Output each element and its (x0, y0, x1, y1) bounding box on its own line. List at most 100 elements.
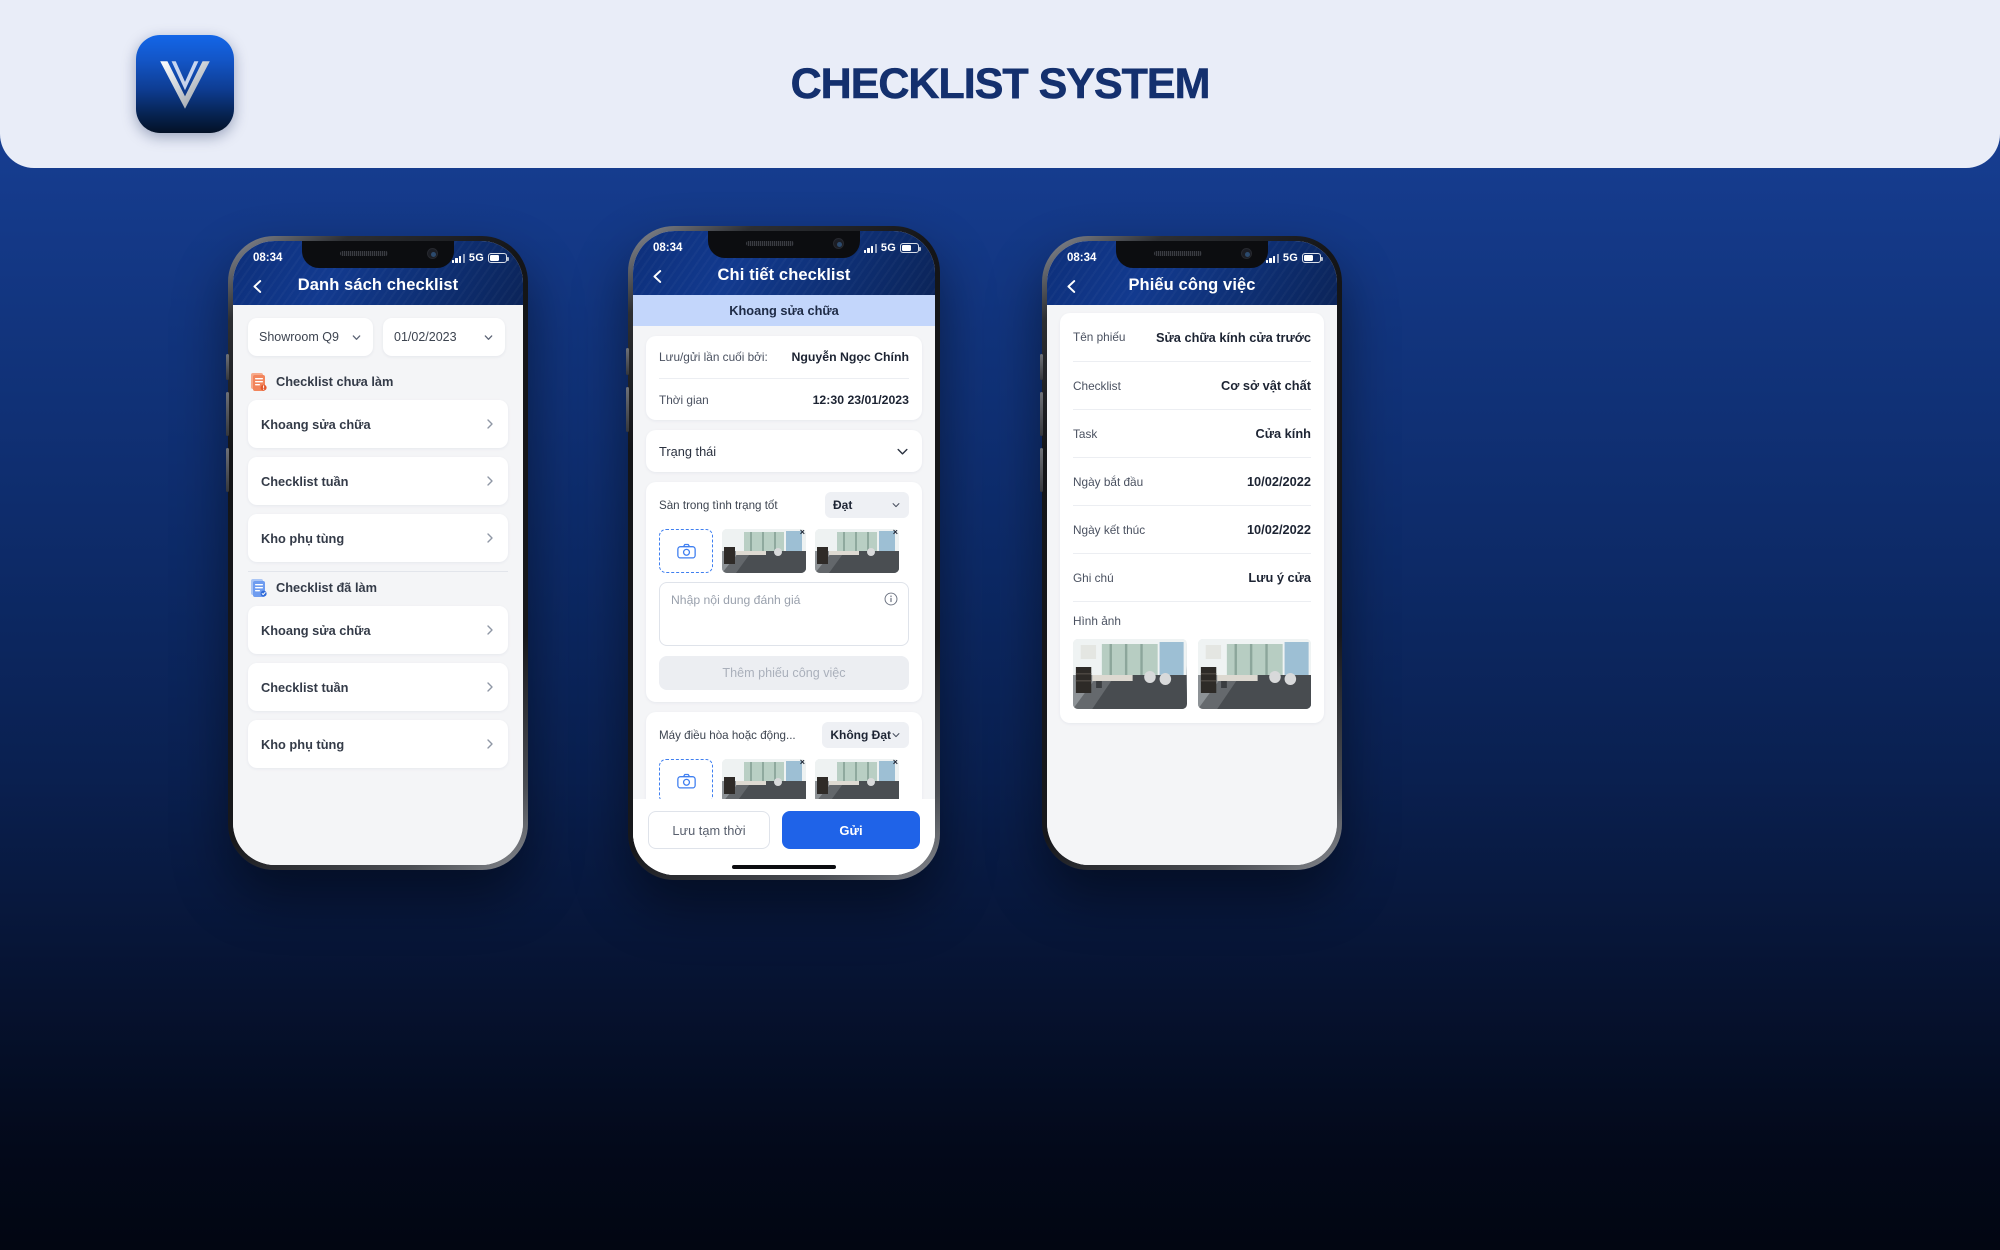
question-header: Sàn trong tình trạng tốt Đạt (659, 492, 909, 518)
evaluation-note-input[interactable]: Nhập nội dung đánh giá (659, 582, 909, 646)
showroom-photo (815, 759, 899, 803)
evaluation-note-placeholder: Nhập nội dung đánh giá (671, 593, 801, 607)
showroom-photo (722, 529, 806, 573)
chevron-right-icon (487, 476, 493, 486)
status-time: 08:34 (253, 252, 283, 264)
status-time: 08:34 (1067, 252, 1097, 264)
info-icon[interactable] (884, 592, 898, 606)
meta-value: 12:30 23/01/2023 (812, 392, 909, 407)
screen-title-2: Chi tiết checklist (717, 266, 851, 284)
chevron-right-icon (487, 682, 493, 692)
action-bar: Lưu tạm thời Gửi (633, 799, 935, 875)
front-camera (833, 238, 844, 249)
signal-icon (451, 253, 465, 263)
row-label: Task (1073, 426, 1098, 441)
question-card-0: Sàn trong tình trạng tốt Đạt × × Nhập nộ… (646, 482, 922, 702)
remove-photo-icon[interactable]: × (893, 759, 898, 767)
checklist-item-pending-1[interactable]: Checklist tuần (248, 457, 508, 505)
list-item-label: Khoang sửa chữa (261, 416, 371, 432)
phone-notch (708, 231, 860, 258)
front-camera (427, 248, 438, 259)
chevron-down-icon (352, 334, 361, 340)
chevron-right-icon (487, 739, 493, 749)
submit-button[interactable]: Gửi (782, 811, 920, 849)
volume-down-button[interactable] (626, 387, 629, 432)
earpiece-speaker (746, 241, 794, 246)
section-heading-text: Checklist đã làm (276, 580, 377, 595)
volume-up-button[interactable] (626, 348, 629, 375)
row-value: 10/02/2022 (1246, 522, 1311, 537)
checklist-item-pending-2[interactable]: Kho phụ tùng (248, 514, 508, 562)
add-work-ticket-button[interactable]: Thêm phiếu công việc (659, 656, 909, 690)
row-label: Tên phiếu (1073, 330, 1126, 344)
battery-icon (1302, 253, 1323, 263)
silent-switch[interactable] (1040, 448, 1043, 492)
status-dropdown-label: Trạng thái (659, 443, 717, 459)
list-item-label: Kho phụ tùng (261, 736, 345, 752)
meta-row-author: Lưu/gửi lần cuối bởi: Nguyễn Ngọc Chính (659, 336, 909, 378)
list-item-label: Kho phụ tùng (261, 530, 345, 546)
chevron-right-icon (487, 533, 493, 543)
screen-title-3: Phiếu công việc (1128, 276, 1256, 294)
question-label: Sàn trong tình trạng tốt (659, 498, 778, 512)
volume-up-button[interactable] (226, 354, 229, 380)
images-label: Hình ảnh (1073, 614, 1121, 628)
phone-mockup-checklist-detail: 08:34 5G Chi tiết checklist Khoang sửa c… (626, 226, 940, 880)
date-select[interactable]: 01/02/2023 (383, 318, 505, 356)
list-item-label: Checklist tuần (261, 473, 349, 489)
row-label: Ghi chú (1073, 570, 1114, 585)
showroom-photo (1073, 639, 1187, 709)
network-label: 5G (1282, 252, 1298, 264)
add-photo-button[interactable] (659, 529, 713, 573)
photo-thumbnail[interactable]: × (722, 759, 806, 803)
ticket-row-checklist: Checklist Cơ sở vật chất (1073, 361, 1311, 409)
row-label: Ngày bắt đầu (1073, 474, 1144, 489)
date-select-value: 01/02/2023 (394, 330, 457, 344)
phone-notch (1116, 241, 1268, 268)
list-item-label: Checklist tuần (261, 679, 349, 695)
status-dropdown[interactable]: Trạng thái (646, 430, 922, 472)
location-select[interactable]: Showroom Q9 (248, 318, 373, 356)
checklist-item-done-0[interactable]: Khoang sửa chữa (248, 606, 508, 654)
chevron-down-icon (484, 334, 493, 340)
save-draft-button[interactable]: Lưu tạm thời (648, 811, 770, 849)
checklist-item-done-1[interactable]: Checklist tuần (248, 663, 508, 711)
screen-title-1: Danh sách checklist (297, 276, 459, 294)
ticket-row-start-date: Ngày bắt đầu 10/02/2022 (1073, 457, 1311, 505)
checklist-item-done-2[interactable]: Kho phụ tùng (248, 720, 508, 768)
chevron-down-icon (892, 503, 900, 508)
question-result-select[interactable]: Không Đạt (822, 722, 909, 748)
checklist-item-pending-0[interactable]: Khoang sửa chữa (248, 400, 508, 448)
photo-thumbnail[interactable]: × (722, 529, 806, 573)
phone-mockup-work-ticket: 08:34 5G Phiếu công việc Tên phiếu Sửa c… (1040, 236, 1342, 870)
done-document-icon (251, 579, 267, 597)
ticket-row-end-date: Ngày kết thúc 10/02/2022 (1073, 505, 1311, 553)
question-result-select[interactable]: Đạt (825, 492, 909, 518)
meta-card: Lưu/gửi lần cuối bởi: Nguyễn Ngọc Chính … (646, 336, 922, 420)
ticket-photo-thumbnail[interactable] (1197, 639, 1311, 709)
row-value: Lưu ý cửa (1248, 570, 1311, 585)
showroom-photo (1197, 639, 1311, 709)
section-header-done: Checklist đã làm (233, 572, 523, 606)
photo-thumbnail[interactable]: × (815, 529, 899, 573)
silent-switch[interactable] (226, 448, 229, 492)
ticket-photo-thumbnail[interactable] (1073, 639, 1187, 709)
photo-thumbnail[interactable]: × (815, 759, 899, 803)
volume-up-button[interactable] (1040, 354, 1043, 380)
row-value: Sửa chữa kính cửa trước (1156, 329, 1311, 345)
remove-photo-icon[interactable]: × (800, 529, 805, 537)
volume-down-button[interactable] (1040, 392, 1043, 436)
chevron-down-icon (897, 448, 908, 455)
page-banner: CHECKLIST SYSTEM (0, 0, 2000, 168)
volume-down-button[interactable] (226, 392, 229, 436)
signal-icon (1265, 253, 1279, 263)
question-label: Máy điều hòa hoặc động... (659, 728, 796, 742)
showroom-photo (722, 759, 806, 803)
question-result-value: Đạt (833, 498, 853, 512)
remove-photo-icon[interactable]: × (893, 529, 898, 537)
chevron-right-icon (487, 419, 493, 429)
remove-photo-icon[interactable]: × (800, 759, 805, 767)
add-photo-button[interactable] (659, 759, 713, 803)
network-label: 5G (468, 252, 484, 264)
images-row (1073, 639, 1311, 709)
